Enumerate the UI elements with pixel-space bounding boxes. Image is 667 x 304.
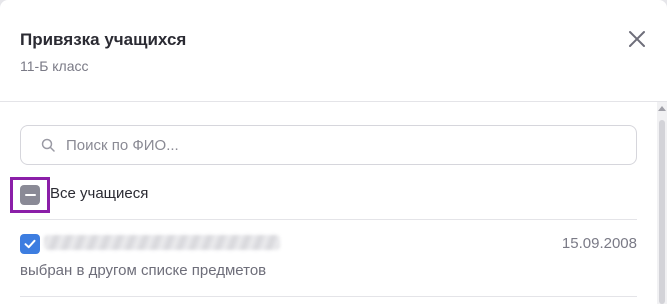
dialog-header: Привязка учащихся 11-Б класс (0, 0, 667, 102)
student-checkbox[interactable] (20, 234, 40, 254)
select-all-checkbox[interactable] (20, 185, 40, 205)
student-name-redacted (44, 235, 280, 250)
student-birth-date: 15.09.2008 (561, 235, 637, 252)
minus-icon (24, 194, 36, 196)
close-icon (629, 31, 645, 47)
scrollbar[interactable] (657, 102, 667, 304)
search-input[interactable] (66, 136, 626, 154)
scroll-up-arrow-icon[interactable] (658, 106, 666, 111)
close-button[interactable] (622, 24, 652, 54)
link-students-dialog: Привязка учащихся 11-Б класс Все учащиес… (0, 0, 667, 304)
search-icon (41, 138, 55, 152)
list-item[interactable]: 15.09.2008 выбран в другом списке предме… (20, 220, 637, 297)
search-box (20, 125, 637, 165)
select-all-label: Все учащиеся (50, 185, 149, 202)
scrollbar-thumb[interactable] (659, 120, 665, 304)
student-note: выбран в другом списке предметов (20, 262, 267, 279)
dialog-subtitle: 11-Б класс (20, 58, 89, 74)
select-all-checkbox-focus-ring[interactable] (10, 177, 50, 213)
dialog-title: Привязка учащихся (20, 30, 187, 49)
checkmark-icon (24, 239, 36, 249)
